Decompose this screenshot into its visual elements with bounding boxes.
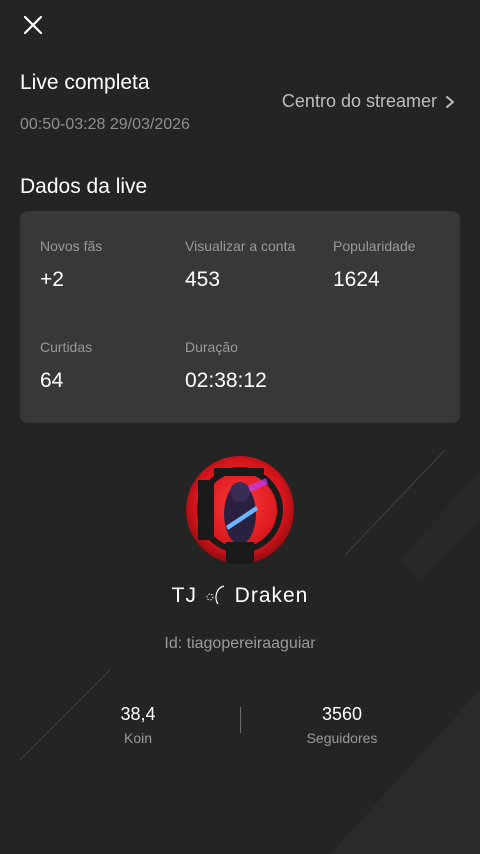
- avatar-image: [186, 456, 294, 564]
- name-ornament-icon: [204, 584, 228, 606]
- stat-label: Curtidas: [40, 339, 93, 355]
- followers-counter[interactable]: 3560 Seguidores: [290, 704, 394, 746]
- stat-label: Duração: [185, 339, 238, 355]
- chevron-right-icon: [446, 95, 454, 108]
- live-time-range: 00:50-03:28 29/03/2026: [20, 116, 190, 133]
- stat-value: 02:38:12: [185, 369, 267, 392]
- stat-duration: Duração 02:38:12: [185, 339, 267, 393]
- live-data-section-title: Dados da live: [20, 175, 148, 198]
- user-id: Id: tiagopereiraaguiar: [164, 635, 316, 652]
- streamer-name-prefix: TJ: [171, 584, 197, 607]
- stat-value: 1624: [333, 268, 380, 291]
- streamer-name: TJ Draken: [0, 584, 480, 608]
- followers-label: Seguidores: [306, 730, 378, 746]
- streamer-center-link[interactable]: Centro do streamer: [282, 91, 456, 112]
- koin-label: Koin: [123, 730, 153, 746]
- stat-value: 453: [185, 268, 221, 291]
- live-stats-card: Novos fãs +2 Visualizar a conta 453 Popu…: [20, 211, 460, 423]
- close-button[interactable]: [20, 12, 46, 38]
- stat-new-fans: Novos fãs +2: [40, 238, 102, 292]
- close-icon: [23, 15, 43, 35]
- streamer-center-label: Centro do streamer: [281, 91, 437, 111]
- stat-popularity: Popularidade 1624: [333, 238, 416, 292]
- stat-value: 64: [40, 369, 64, 392]
- streamer-name-suffix: Draken: [234, 584, 309, 607]
- koin-counter[interactable]: 38,4 Koin: [98, 704, 178, 746]
- followers-value: 3560: [321, 704, 363, 724]
- stat-account-views: Visualizar a conta 453: [185, 238, 295, 292]
- stat-label: Novos fãs: [40, 238, 103, 254]
- counter-divider: [240, 707, 241, 733]
- koin-value: 38,4: [120, 704, 156, 724]
- stat-label: Popularidade: [333, 238, 416, 254]
- stat-likes: Curtidas 64: [40, 339, 92, 393]
- stat-label: Visualizar a conta: [185, 238, 296, 254]
- avatar[interactable]: [186, 456, 294, 564]
- stat-value: +2: [40, 268, 64, 291]
- page-title: Live completa: [20, 71, 150, 94]
